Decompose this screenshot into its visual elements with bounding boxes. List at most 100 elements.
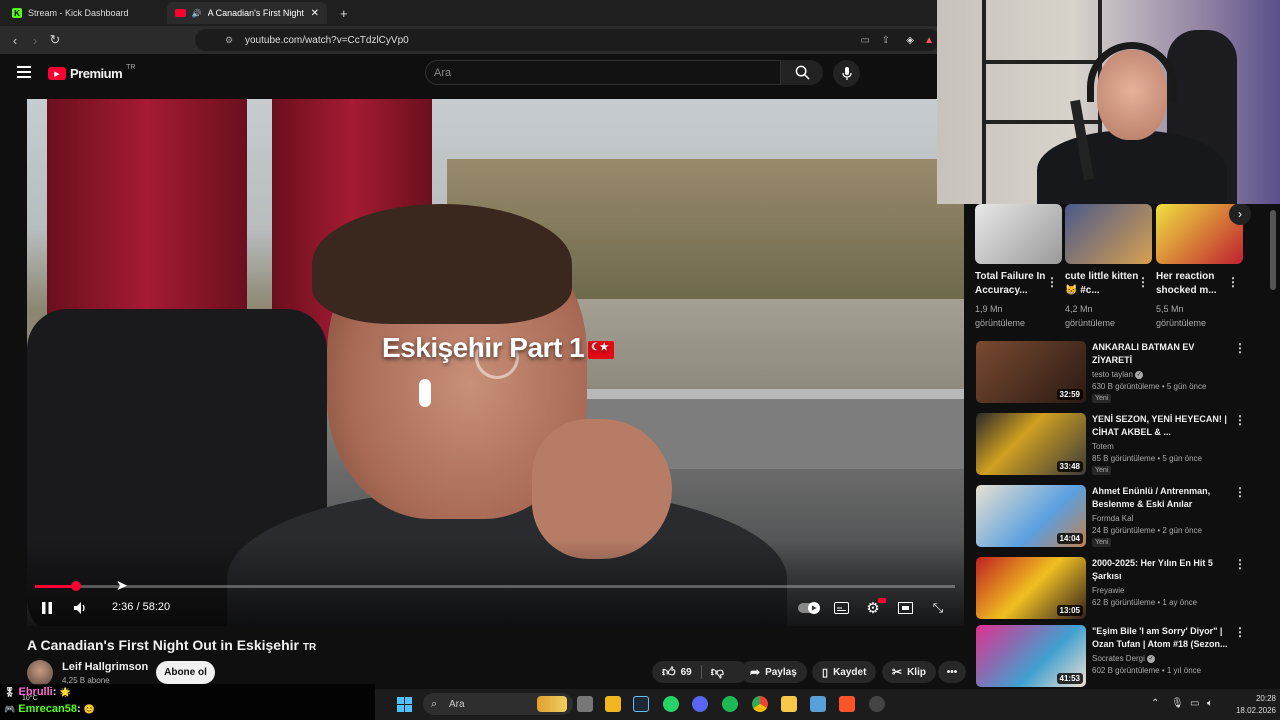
app-icon[interactable] xyxy=(810,696,826,712)
more-vertical-icon[interactable]: ⋮ xyxy=(1234,413,1246,427)
save-button[interactable]: ▯ Kaydet xyxy=(812,661,877,683)
brave-shield-icon[interactable]: ◈ xyxy=(906,35,914,46)
recommendation-item[interactable]: 32:59 ANKARALI BATMAN EV ZİYARETİ testo … xyxy=(976,341,1266,405)
short-thumbnail[interactable] xyxy=(975,204,1062,264)
recommendation-thumbnail[interactable]: 13:05 xyxy=(976,557,1086,619)
task-view-icon[interactable] xyxy=(577,696,593,712)
miniplayer-button[interactable] xyxy=(896,599,914,617)
youtube-icon xyxy=(175,9,186,17)
recommendation-thumbnail[interactable]: 32:59 xyxy=(976,341,1086,403)
taskbar-search[interactable]: ⌕ Ara xyxy=(423,693,573,715)
brave-icon[interactable] xyxy=(839,696,855,712)
more-vertical-icon[interactable]: ⋮ xyxy=(1234,341,1246,355)
channel-avatar[interactable] xyxy=(27,660,53,686)
channel-name[interactable]: Leif Hallgrimson xyxy=(62,661,148,673)
tab-label: A Canadian's First Night Out xyxy=(207,8,305,18)
recommendation-title[interactable]: "Eşim Bile 'I am Sorry' Diyor" | Ozan Tu… xyxy=(1092,625,1232,651)
autoplay-toggle[interactable] xyxy=(798,599,820,617)
recommendation-item[interactable]: 14:04 Ahmet Enünlü / Antrenman, Beslenme… xyxy=(976,485,1266,549)
share-icon[interactable]: ⇪ xyxy=(882,35,890,46)
forward-arrow-icon[interactable]: › xyxy=(27,32,43,48)
microsoft-store-icon[interactable] xyxy=(605,696,621,712)
overlay-title-text: Eskişehir Part 1 xyxy=(382,332,585,363)
youtube-premium-logo[interactable]: ▶ Premium TR xyxy=(48,64,136,81)
recommendation-item[interactable]: 13:05 2000-2025: Her Yılın En Hit 5 Şark… xyxy=(976,557,1266,621)
recommendation-title[interactable]: YENİ SEZON, YENİ HEYECAN! | CİHAT AKBEL … xyxy=(1092,413,1232,439)
pause-button[interactable] xyxy=(38,599,56,617)
file-explorer-icon[interactable] xyxy=(781,696,797,712)
short-views: 1,9 Mn görüntüleme xyxy=(975,304,1026,328)
speaker-tray-icon[interactable]: 🔈︎ xyxy=(1207,698,1213,709)
subscribe-button[interactable]: Abone ol xyxy=(156,661,215,684)
recommendation-channel[interactable]: Formda Kal xyxy=(1092,514,1133,523)
new-tab-button[interactable]: + xyxy=(332,2,356,24)
more-actions-button[interactable]: ••• xyxy=(938,661,966,683)
steam-icon[interactable] xyxy=(633,696,649,712)
windows-start-icon[interactable] xyxy=(397,697,412,712)
recommendation-thumbnail[interactable]: 14:04 xyxy=(976,485,1086,547)
like-icon[interactable]: 👍︎ xyxy=(662,664,676,680)
dislike-icon[interactable]: 👎︎ xyxy=(711,664,724,680)
clock-time[interactable]: 20:28 xyxy=(1228,694,1276,703)
tab-kick-dashboard[interactable]: K Stream - Kick Dashboard xyxy=(4,2,167,24)
video-player[interactable]: Eskişehir Part 1 xyxy=(27,99,964,626)
discord-icon[interactable] xyxy=(692,696,708,712)
search-input[interactable]: Ara xyxy=(425,60,781,85)
whatsapp-icon[interactable] xyxy=(663,696,679,712)
clip-button[interactable]: ✂ Klip xyxy=(882,661,936,683)
clock-date[interactable]: 18.02.2026 xyxy=(1228,706,1276,715)
more-vertical-icon[interactable]: ⋮ xyxy=(1234,625,1246,639)
search-button[interactable] xyxy=(781,60,823,85)
volume-button[interactable] xyxy=(72,599,90,617)
progress-bar[interactable] xyxy=(35,581,955,591)
spotify-icon[interactable] xyxy=(722,696,738,712)
recommendation-title[interactable]: 2000-2025: Her Yılın En Hit 5 Şarkısı xyxy=(1092,557,1232,583)
recommendation-channel[interactable]: testo taylan ✓ xyxy=(1092,370,1144,379)
shorts-next-button[interactable]: › xyxy=(1229,203,1251,225)
sidebar-scrollbar[interactable] xyxy=(1270,210,1276,290)
obs-icon[interactable] xyxy=(869,696,885,712)
recommendation-item[interactable]: 33:48 YENİ SEZON, YENİ HEYECAN! | CİHAT … xyxy=(976,413,1266,477)
brave-rewards-icon[interactable]: ▲ xyxy=(924,35,934,46)
more-vertical-icon[interactable]: ⋮ xyxy=(1137,275,1149,289)
menu-icon[interactable] xyxy=(17,66,31,78)
tab-youtube-video[interactable]: 🔊 A Canadian's First Night Out ✕ xyxy=(167,2,327,24)
settings-button[interactable]: ⚙ xyxy=(864,598,886,617)
voice-search-button[interactable] xyxy=(833,60,860,87)
verified-check-icon: ✓ xyxy=(1135,370,1144,379)
short-title[interactable]: Her reaction shocked m... xyxy=(1156,270,1230,298)
tray-microphone-icon[interactable]: 🎙︎ xyxy=(1171,698,1184,709)
url-field[interactable]: ⚙ youtube.com/watch?v=CcTdzlCyVp0 ▭ ⇪ ◈ … xyxy=(195,29,940,51)
site-info-icon[interactable]: ⚙ xyxy=(225,35,233,46)
recommendation-title[interactable]: Ahmet Enünlü / Antrenman, Beslenme & Esk… xyxy=(1092,485,1232,511)
recommendation-thumbnail[interactable]: 41:53 xyxy=(976,625,1086,687)
short-title[interactable]: cute little kitten😸 #c... xyxy=(1065,270,1139,298)
more-vertical-icon[interactable]: ⋮ xyxy=(1046,275,1058,289)
progress-fill xyxy=(35,585,77,588)
recommendation-channel[interactable]: Freyawie xyxy=(1092,586,1124,595)
recommendation-item[interactable]: 41:53 "Eşim Bile 'I am Sorry' Diyor" | O… xyxy=(976,625,1266,689)
short-title[interactable]: Total Failure In Accuracy... xyxy=(975,270,1049,298)
recommendation-channel[interactable]: Totem xyxy=(1092,442,1114,451)
more-vertical-icon[interactable]: ⋮ xyxy=(1234,485,1246,499)
volume-icon xyxy=(74,602,85,614)
video-title-tag: TR xyxy=(302,642,317,653)
fullscreen-button[interactable]: ⤡ xyxy=(929,599,947,617)
short-thumbnail[interactable] xyxy=(1065,204,1152,264)
chrome-icon[interactable] xyxy=(752,696,768,712)
reload-icon[interactable]: ↻ xyxy=(47,32,63,48)
region-code: TR xyxy=(126,64,136,71)
subtitles-button[interactable] xyxy=(832,599,850,617)
cast-icon[interactable]: ▭ xyxy=(861,35,870,46)
recommendation-channel[interactable]: Socrates Dergi ✓ xyxy=(1092,654,1156,663)
tray-chevron-icon[interactable]: ⌃ xyxy=(1151,698,1159,709)
share-button[interactable]: ➦ Paylaş xyxy=(740,661,807,683)
more-vertical-icon[interactable]: ⋮ xyxy=(1227,275,1239,289)
more-vertical-icon[interactable]: ⋮ xyxy=(1234,557,1246,571)
recommendation-thumbnail[interactable]: 33:48 xyxy=(976,413,1086,475)
back-arrow-icon[interactable]: ‹ xyxy=(7,32,23,48)
network-icon[interactable]: ▭ xyxy=(1190,698,1199,709)
like-count[interactable]: 69 xyxy=(681,667,692,678)
recommendation-title[interactable]: ANKARALI BATMAN EV ZİYARETİ xyxy=(1092,341,1232,367)
close-tab-icon[interactable]: ✕ xyxy=(311,8,319,19)
